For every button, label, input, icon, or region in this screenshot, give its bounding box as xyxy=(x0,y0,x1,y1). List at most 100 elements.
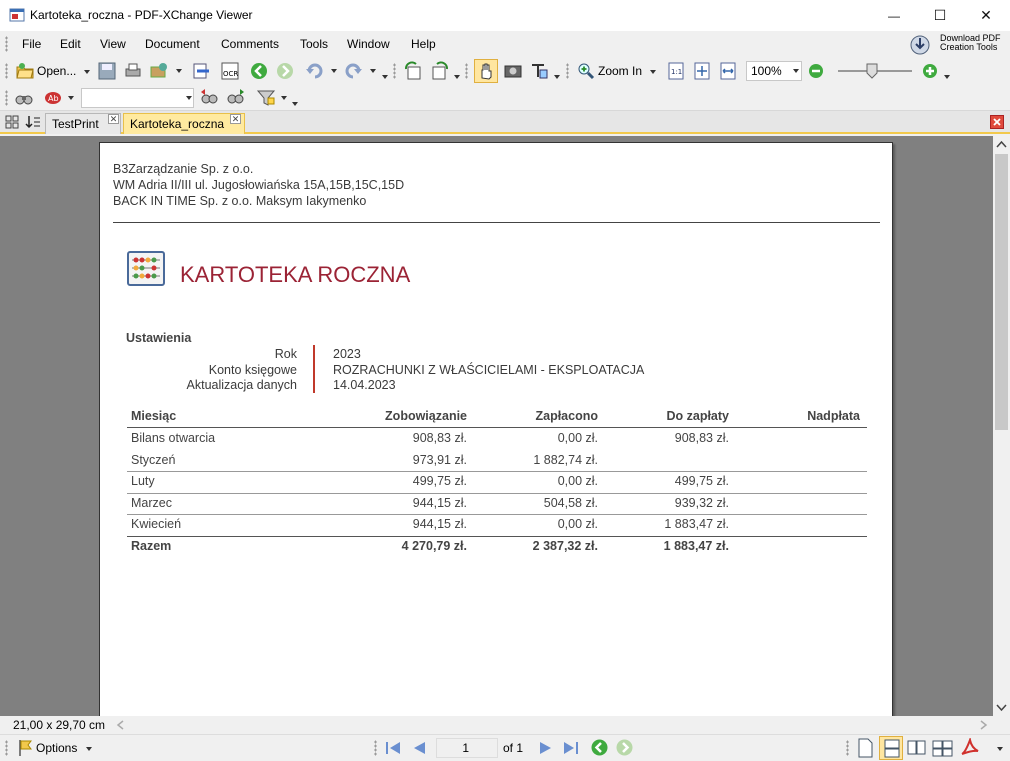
forward-icon[interactable] xyxy=(275,61,295,81)
menu-document[interactable]: Document xyxy=(145,37,200,51)
fit-width-icon[interactable] xyxy=(718,61,738,81)
chevron-down-icon[interactable] xyxy=(176,69,182,73)
find-input[interactable] xyxy=(81,88,194,108)
menu-edit[interactable]: Edit xyxy=(60,37,81,51)
redo-icon[interactable] xyxy=(343,61,363,81)
snapshot-icon[interactable] xyxy=(503,61,523,81)
menu-help[interactable]: Help xyxy=(411,37,436,51)
scroll-thumb[interactable] xyxy=(995,154,1008,430)
tab-list-icon[interactable] xyxy=(25,115,41,129)
back-icon[interactable] xyxy=(249,61,269,81)
tab-label: Kartoteka_roczna xyxy=(130,117,225,131)
minimize-button[interactable]: — xyxy=(871,0,917,31)
close-icon: ✕ xyxy=(980,7,992,23)
chevron-down-icon[interactable] xyxy=(793,69,799,73)
tab-kartoteka-roczna[interactable]: Kartoteka_roczna ✕ xyxy=(123,113,245,134)
chevron-down-icon[interactable] xyxy=(944,75,950,79)
menu-bar: File Edit View Document Comments Tools W… xyxy=(0,31,1010,57)
previous-page-icon[interactable] xyxy=(410,739,428,757)
scroll-up-icon[interactable] xyxy=(996,140,1007,149)
history-back-icon[interactable] xyxy=(590,738,609,757)
tab-close-icon[interactable]: ✕ xyxy=(230,114,241,124)
tab-close-icon[interactable]: ✕ xyxy=(108,114,119,124)
history-forward-icon[interactable] xyxy=(615,738,634,757)
toolbar-grip[interactable] xyxy=(465,63,468,79)
scroll-right-icon[interactable] xyxy=(979,720,988,730)
toolbar-grip[interactable] xyxy=(393,63,396,79)
menu-tools[interactable]: Tools xyxy=(300,37,328,51)
chevron-down-icon[interactable] xyxy=(382,75,388,79)
toolbar-grip[interactable] xyxy=(5,63,8,79)
toolbar-grip[interactable] xyxy=(846,740,849,756)
hand-tool-button[interactable] xyxy=(474,59,498,83)
zoom-plus-icon[interactable] xyxy=(920,61,940,81)
chevron-down-icon[interactable] xyxy=(281,96,287,100)
chevron-down-icon[interactable] xyxy=(370,69,376,73)
continuous-view-button[interactable] xyxy=(879,736,903,760)
continuous-facing-icon[interactable] xyxy=(932,739,954,757)
menu-view[interactable]: View xyxy=(100,37,126,51)
scan-icon[interactable] xyxy=(191,61,211,81)
chevron-down-icon[interactable] xyxy=(554,75,560,79)
menu-file[interactable]: File xyxy=(22,37,41,51)
chevron-down-icon[interactable] xyxy=(68,96,74,100)
print-icon[interactable] xyxy=(123,61,143,81)
highlight-filter-icon[interactable] xyxy=(256,88,276,108)
settings-label: Rok xyxy=(274,347,297,361)
menu-comments[interactable]: Comments xyxy=(221,37,279,51)
actual-size-icon[interactable]: 1:1 xyxy=(666,61,686,81)
scroll-down-icon[interactable] xyxy=(996,703,1007,712)
amount-cell: 939,32 zł. xyxy=(674,495,729,510)
document-viewport[interactable]: B3Zarządzanie Sp. z o.o. WM Adria II/III… xyxy=(0,136,993,716)
vertical-scrollbar[interactable] xyxy=(993,136,1010,716)
tab-testprint[interactable]: TestPrint ✕ xyxy=(45,113,121,134)
document-tab-bar: TestPrint ✕ Kartoteka_roczna ✕ xyxy=(0,111,1010,134)
binoculars-icon[interactable] xyxy=(14,88,34,108)
toolbar-grip[interactable] xyxy=(5,90,8,106)
facing-pages-icon[interactable] xyxy=(907,739,927,757)
pdf-icon[interactable] xyxy=(960,738,980,758)
toolbar-grip[interactable] xyxy=(5,740,8,756)
chevron-down-icon[interactable] xyxy=(331,69,337,73)
chevron-down-icon[interactable] xyxy=(186,96,192,100)
first-page-icon[interactable] xyxy=(384,739,402,757)
toolbar-grip[interactable] xyxy=(374,740,377,756)
maximize-button[interactable]: ☐ xyxy=(917,0,963,31)
scroll-left-icon[interactable] xyxy=(116,720,125,730)
close-button[interactable]: ✕ xyxy=(963,0,1009,31)
close-document-icon[interactable] xyxy=(990,115,1004,129)
thumbnails-icon[interactable] xyxy=(5,115,19,129)
header-line: BACK IN TIME Sp. z o.o. Maksym Iakymenko xyxy=(113,194,367,208)
next-page-icon[interactable] xyxy=(537,739,555,757)
find-next-icon[interactable] xyxy=(226,88,246,108)
undo-icon[interactable] xyxy=(305,61,325,81)
last-page-icon[interactable] xyxy=(562,739,580,757)
search-mode-icon[interactable]: Ab xyxy=(43,88,63,108)
chevron-down-icon[interactable] xyxy=(292,102,298,106)
ocr-icon[interactable]: OCR xyxy=(220,61,240,81)
zoom-slider-thumb[interactable] xyxy=(866,63,878,79)
single-page-view-icon[interactable] xyxy=(856,738,874,758)
select-text-icon[interactable] xyxy=(529,61,549,81)
horizontal-scrollbar[interactable] xyxy=(113,716,993,733)
menu-window[interactable]: Window xyxy=(347,37,390,51)
toolbar-grip[interactable] xyxy=(5,36,8,52)
options-button[interactable]: Options xyxy=(15,737,95,759)
chevron-down-icon[interactable] xyxy=(997,747,1003,751)
email-icon[interactable] xyxy=(149,61,169,81)
download-promo-button[interactable]: Download PDF Creation Tools xyxy=(905,32,1008,57)
header-line: B3Zarządzanie Sp. z o.o. xyxy=(113,162,254,176)
zoom-in-tool-button[interactable]: Zoom In xyxy=(575,59,659,83)
toolbar-grip[interactable] xyxy=(566,63,569,79)
column-header: Miesiąc xyxy=(131,409,177,423)
rotate-left-icon[interactable] xyxy=(403,61,423,81)
find-previous-icon[interactable] xyxy=(199,88,219,108)
amount-cell: 0,00 zł. xyxy=(557,431,598,445)
page-number-input[interactable]: 1 xyxy=(436,738,498,758)
rotate-right-icon[interactable] xyxy=(430,61,450,81)
open-button[interactable]: Open... xyxy=(14,60,92,82)
chevron-down-icon[interactable] xyxy=(454,75,460,79)
save-icon[interactable] xyxy=(97,61,117,81)
zoom-out-icon[interactable] xyxy=(806,61,826,81)
fit-page-icon[interactable] xyxy=(692,61,712,81)
